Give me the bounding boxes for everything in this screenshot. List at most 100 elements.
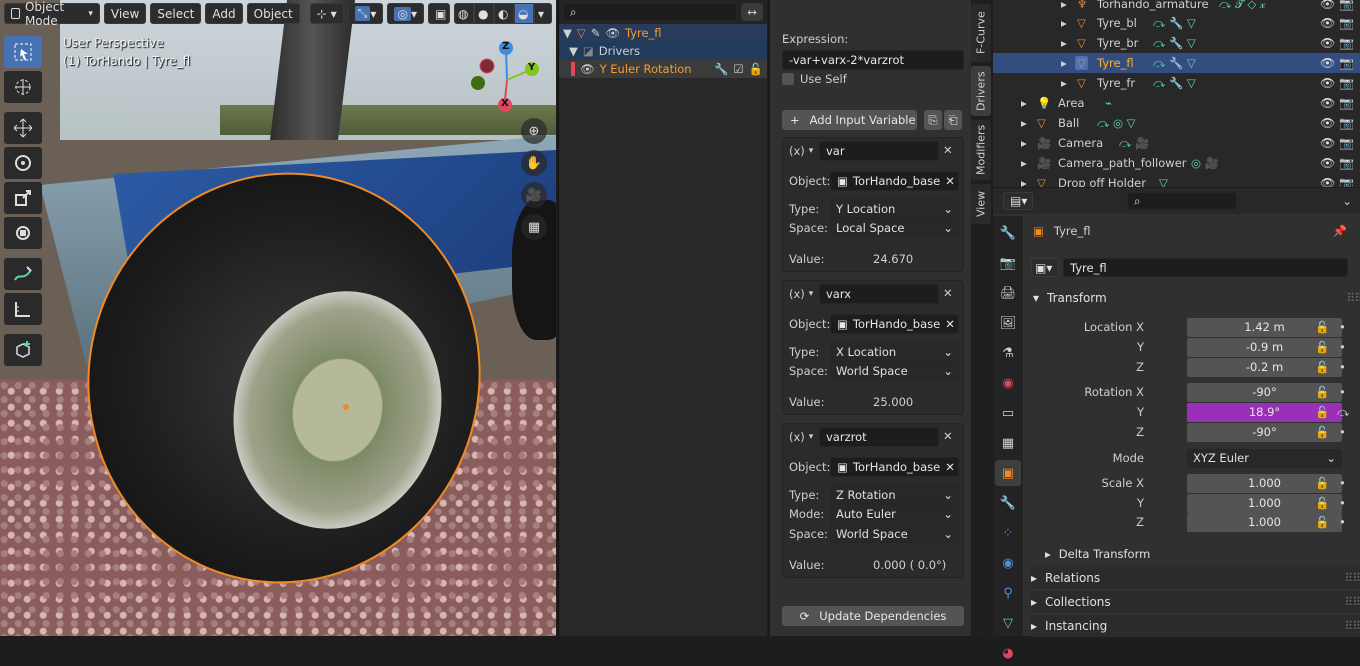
drag-handle-icon[interactable]: ⠿⠿ [1344, 595, 1360, 609]
world-tab-icon[interactable]: ◉ [995, 370, 1021, 396]
visibility-icons[interactable]: 👁 📷 [1320, 36, 1354, 50]
outliner-row-camera[interactable]: ▸ 🎥 Camera ⤼ 🎥 👁 📷 [993, 133, 1360, 153]
render-tab-icon[interactable]: 📷 [995, 250, 1021, 276]
use-self-checkbox[interactable] [782, 73, 794, 85]
update-dependencies-button[interactable]: ⟳ Update Dependencies [782, 606, 964, 626]
expand-triangle-icon[interactable]: ▸ [1061, 16, 1067, 30]
outliner-row-torhando-armature[interactable]: ▸ ♆ Torhando_armature ⤼ 𝓣 ◇ 𝓍 👁 📷 [993, 0, 1360, 14]
expand-triangle-icon[interactable]: ▸ [1061, 56, 1067, 70]
keyframe-dot-icon[interactable]: • [1339, 496, 1346, 510]
navigation-gizmo[interactable]: Z Y X [470, 40, 550, 120]
delta-transform-header[interactable]: ▸ Delta Transform [1045, 543, 1345, 565]
remove-variable-icon[interactable]: ✕ [943, 429, 953, 443]
texture-tab-icon[interactable]: ▦ [995, 430, 1021, 456]
swap-icon[interactable]: ↔ [741, 3, 763, 21]
object-tab-icon[interactable]: ▣ [995, 460, 1021, 486]
visibility-icons[interactable]: 👁 📷 [1320, 176, 1354, 187]
outliner-row-tyre-fr[interactable]: ▸ ▽ Tyre_fr ⤼ 🔧 ▽ 👁 📷 [993, 73, 1360, 93]
outliner-row-tyre-bl[interactable]: ▸ ▽ Tyre_bl ⤼ 🔧 ▽ 👁 📷 [993, 13, 1360, 33]
data-tab-icon[interactable]: ▽ [995, 610, 1021, 636]
channel-fcurve-row[interactable]: 👁 Y Euler Rotation 🔧 ☑ 🔓 [559, 60, 767, 78]
channel-search-field[interactable]: ⌕ [563, 3, 738, 21]
visibility-icons[interactable]: 👁 📷 [1320, 56, 1354, 70]
tab-drivers[interactable]: Drivers [971, 66, 991, 116]
visibility-icons[interactable]: 👁 📷 [1320, 0, 1354, 11]
eye-icon[interactable]: 👁 [605, 26, 620, 40]
xray-icon[interactable]: ▣ [428, 3, 450, 24]
visibility-icons[interactable]: 👁 📷 [1320, 96, 1354, 110]
keyframe-dot-icon[interactable]: • [1339, 515, 1346, 529]
channel-group-row[interactable]: ▼ ◪ Drivers [559, 42, 767, 60]
rotation-mode-dropdown[interactable]: XYZ Euler ⌄ [1187, 448, 1342, 468]
keyframe-dot-icon[interactable]: • [1339, 320, 1346, 334]
camera-view-icon[interactable]: 🎥 [521, 182, 547, 208]
channel-object-row[interactable]: ▼ ▽ ✎ 👁 Tyre_fl [559, 24, 767, 42]
tool-tab-icon[interactable]: 🔧 [995, 220, 1021, 246]
select-box-icon[interactable] [4, 36, 42, 68]
material-shading-icon[interactable]: ◐ [494, 3, 514, 24]
zoom-icon[interactable]: ⊕ [521, 118, 547, 144]
expression-field[interactable]: -var+varx-2*varzrot [782, 50, 964, 70]
wrench-icon[interactable]: 🔧 [714, 62, 728, 76]
modifier-tab-icon[interactable]: 🔧 [995, 490, 1021, 516]
wireframe-shading-icon[interactable]: ◍ [454, 3, 474, 24]
annotate-icon[interactable] [4, 258, 42, 290]
visibility-icons[interactable]: 👁 📷 [1320, 116, 1354, 130]
add-cube-icon[interactable] [4, 334, 42, 366]
visibility-icons[interactable]: 👁 📷 [1320, 76, 1354, 90]
tab-fcurve[interactable]: F-Curve [971, 4, 991, 62]
expand-triangle-icon[interactable]: ▸ [1021, 136, 1027, 150]
space-dropdown[interactable]: World Space ⌄ [830, 361, 959, 380]
paste-vars-icon[interactable]: ⎗ [944, 110, 962, 130]
var-name-field[interactable]: var [819, 141, 939, 161]
snap-icon[interactable]: ⤡ ▾ [347, 3, 384, 24]
space-dropdown[interactable]: Local Space ⌄ [830, 218, 959, 237]
constraint-tab-icon[interactable]: ⚲ [995, 580, 1021, 606]
pan-hand-icon[interactable]: ✋ [521, 150, 547, 176]
output-tab-icon[interactable]: 🖨 [995, 280, 1021, 306]
use-self-row[interactable]: Use Self [782, 72, 847, 86]
var-name-field[interactable]: varx [819, 284, 939, 304]
lock-icon[interactable]: 🔓 [1315, 360, 1329, 374]
perspective-grid-icon[interactable]: ▦ [521, 214, 547, 240]
expand-triangle-icon[interactable]: ▸ [1061, 36, 1067, 50]
var-type-selector[interactable]: (x) ▾ [789, 430, 813, 444]
lock-icon[interactable]: 🔓 [1315, 496, 1329, 510]
var-type-selector[interactable]: (x) ▾ [789, 144, 813, 158]
remove-variable-icon[interactable]: ✕ [943, 143, 953, 157]
tab-view[interactable]: View [971, 184, 991, 224]
expand-triangle-icon[interactable]: ▸ [1061, 0, 1067, 11]
drag-handle-icon[interactable]: ⠿⠿ [1344, 619, 1360, 633]
particles-tab-icon[interactable]: ⁘ [995, 520, 1021, 546]
transform-orientation-icon[interactable]: ⊹ ▾ [309, 3, 344, 24]
lock-icon[interactable]: 🔓 [1315, 515, 1329, 529]
view-layer-tab-icon[interactable]: 🖼 [995, 310, 1021, 336]
visibility-icons[interactable]: 👁 📷 [1320, 136, 1354, 150]
expand-triangle-icon[interactable]: ▸ [1021, 156, 1027, 170]
outliner-row-ball[interactable]: ▸ ▽ Ball ⤼ ◎ ▽ 👁 📷 [993, 113, 1360, 133]
keyframe-dot-icon[interactable]: • [1339, 425, 1346, 439]
expand-triangle-icon[interactable]: ▸ [1021, 176, 1027, 187]
visibility-icons[interactable]: 👁 📷 [1320, 16, 1354, 30]
pin-icon[interactable]: 📌 [1333, 224, 1353, 238]
expand-triangle-icon[interactable]: ▼ [569, 44, 578, 58]
outliner-row-tyre-fl[interactable]: ▸ ▽ Tyre_fl ⤼ 🔧 ▽ 👁 📷 [993, 53, 1360, 73]
type-dropdown[interactable]: Y Location ⌄ [830, 199, 959, 218]
lock-icon[interactable]: 🔓 [1315, 405, 1329, 419]
properties-search-input[interactable]: ⌕ [1127, 192, 1237, 210]
material-tab-icon[interactable]: ◕ [995, 640, 1021, 666]
var-name-field[interactable]: varzrot [819, 427, 939, 447]
lock-icon[interactable]: 🔓 [1315, 340, 1329, 354]
clear-icon[interactable]: ✕ [945, 174, 955, 188]
measure-icon[interactable] [4, 293, 42, 325]
outliner-row-camera-path-follower[interactable]: ▸ 🎥 Camera_path_follower ◎ 🎥 👁 📷 [993, 153, 1360, 173]
outliner-row-area[interactable]: ▸ 💡 Area ⌁ 👁 📷 [993, 93, 1360, 113]
collection-tab-icon[interactable]: ▭ [995, 400, 1021, 426]
expand-triangle-icon[interactable]: ▸ [1021, 116, 1027, 130]
type-dropdown[interactable]: Z Rotation ⌄ [830, 485, 959, 504]
transform-panel-header[interactable]: ▾ Transform ⠿⠿ [1033, 287, 1360, 309]
var-type-selector[interactable]: (x) ▾ [789, 287, 813, 301]
clear-icon[interactable]: ✕ [945, 460, 955, 474]
object-field[interactable]: ▣ TorHando_base ✕ [830, 171, 959, 191]
object-field[interactable]: ▣ TorHando_base ✕ [830, 457, 959, 477]
